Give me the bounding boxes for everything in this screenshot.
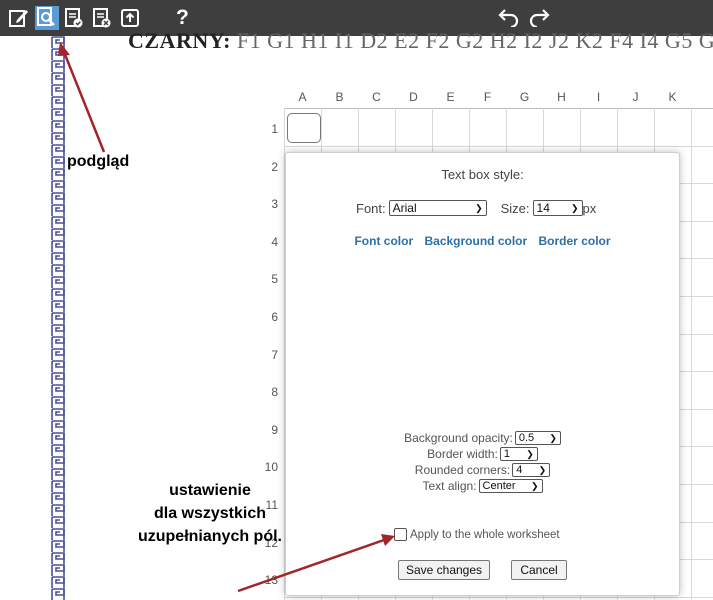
- undo-icon[interactable]: [497, 7, 521, 32]
- border-color-link[interactable]: Border color: [539, 234, 611, 248]
- border-width-label: Border width:: [427, 447, 498, 461]
- border-width-select[interactable]: 1 ❯: [499, 447, 538, 461]
- row-header: 13: [264, 573, 278, 588]
- chevron-down-icon: ❯: [475, 202, 483, 213]
- clear-document-icon[interactable]: [91, 7, 113, 29]
- save-changes-button[interactable]: Save changes: [398, 560, 490, 580]
- background-opacity-row: Background opacity: 0.5 ❯: [286, 431, 679, 445]
- help-button[interactable]: ?: [176, 6, 189, 30]
- text-align-value: Center: [482, 480, 516, 492]
- chevron-down-icon: ❯: [526, 448, 534, 459]
- font-row: Font: Arial ❯ Size: 14 ❯ px: [356, 200, 596, 216]
- size-unit: px: [582, 200, 597, 216]
- rounded-corners-row: Rounded corners: 4 ❯: [286, 463, 679, 477]
- bg-opacity-select[interactable]: 0.5 ❯: [514, 431, 561, 445]
- row-header: 2: [271, 159, 278, 174]
- row-header: 6: [271, 310, 278, 324]
- column-header: A: [298, 90, 307, 104]
- size-select[interactable]: 14 ❯: [532, 200, 583, 216]
- column-header: B: [335, 90, 344, 104]
- border-width-value: 1: [503, 448, 510, 460]
- column-header: J: [632, 90, 639, 104]
- preview-annotation: podgląd: [67, 153, 130, 170]
- grid-line-vertical: [691, 108, 692, 600]
- chevron-down-icon: ❯: [530, 480, 539, 491]
- text-align-row: Text align: Center ❯: [286, 479, 679, 493]
- column-header: H: [557, 90, 566, 104]
- row-header: 3: [271, 197, 278, 212]
- column-header: G: [519, 90, 530, 104]
- apply-checkbox[interactable]: [394, 528, 407, 541]
- size-label: Size:: [500, 200, 530, 216]
- worksheet-heading: CZARNY: F1 G1 H1 I1 D2 E2 F2 G2 H2 I2 J2…: [128, 30, 713, 54]
- rounded-corners-select[interactable]: 4 ❯: [512, 463, 551, 477]
- grid-line-horizontal: [284, 145, 713, 147]
- cell-a1-textbox[interactable]: [287, 113, 321, 143]
- row-header: 5: [271, 272, 278, 287]
- row-header: 1: [271, 122, 278, 136]
- apply-label: Apply to the whole worksheet: [410, 528, 560, 541]
- preview-icon[interactable]: [35, 6, 59, 30]
- font-color-link[interactable]: Font color: [354, 234, 413, 248]
- bg-opacity-value: 0.5: [518, 432, 535, 444]
- bg-opacity-label: Background opacity:: [404, 431, 513, 445]
- column-header: E: [446, 90, 455, 104]
- dialog-title: Text box style:: [441, 167, 524, 182]
- cancel-button[interactable]: Cancel: [511, 560, 567, 580]
- text-align-label: Text align:: [422, 479, 477, 493]
- text-align-select[interactable]: Center ❯: [478, 479, 543, 493]
- grid-header-line: [284, 108, 713, 109]
- chevron-down-icon: ❯: [549, 432, 557, 443]
- background-color-link[interactable]: Background color: [424, 234, 527, 248]
- color-links: Font color Background color Border color: [286, 234, 679, 248]
- size-select-value: 14: [536, 201, 550, 215]
- heading-label: CZARNY:: [128, 30, 231, 53]
- column-header: D: [409, 90, 418, 104]
- grid-line-horizontal: [284, 596, 713, 598]
- setting-annotation-line1: ustawienie: [169, 482, 251, 499]
- border-width-row: Border width: 1 ❯: [286, 447, 679, 461]
- row-header: 4: [271, 234, 278, 249]
- rounded-corners-label: Rounded corners:: [414, 463, 511, 477]
- font-select[interactable]: Arial ❯: [388, 200, 487, 216]
- column-header: C: [372, 90, 381, 104]
- column-header: K: [668, 90, 677, 104]
- meander-border: [34, 36, 76, 600]
- setting-annotation-line3: uzupełnianych pól.: [137, 528, 282, 545]
- column-header: F: [483, 90, 492, 104]
- chevron-down-icon: ❯: [570, 202, 579, 213]
- rounded-corners-value: 4: [516, 464, 523, 476]
- export-icon[interactable]: [119, 7, 141, 29]
- row-header: 8: [271, 385, 278, 400]
- heading-cells: F1 G1 H1 I1 D2 E2 F2 G2 H2 I2 J2 K2 F4 I…: [230, 30, 713, 53]
- chevron-down-icon: ❯: [538, 464, 547, 475]
- column-header: I: [596, 90, 601, 104]
- row-header: 10: [264, 460, 278, 475]
- row-header: 9: [271, 422, 278, 437]
- edit-icon[interactable]: [8, 7, 30, 29]
- setting-annotation-line2: dla wszystkich: [153, 505, 267, 522]
- text-box-style-dialog: Text box style: Font: Arial ❯ Size: 14 ❯ p…: [285, 152, 680, 596]
- redo-icon[interactable]: [527, 7, 551, 32]
- check-document-icon[interactable]: [63, 7, 85, 29]
- row-header: 7: [271, 347, 278, 362]
- font-select-value: Arial: [392, 201, 417, 215]
- apply-whole-worksheet[interactable]: Apply to the whole worksheet: [394, 528, 560, 541]
- font-label: Font:: [356, 200, 386, 216]
